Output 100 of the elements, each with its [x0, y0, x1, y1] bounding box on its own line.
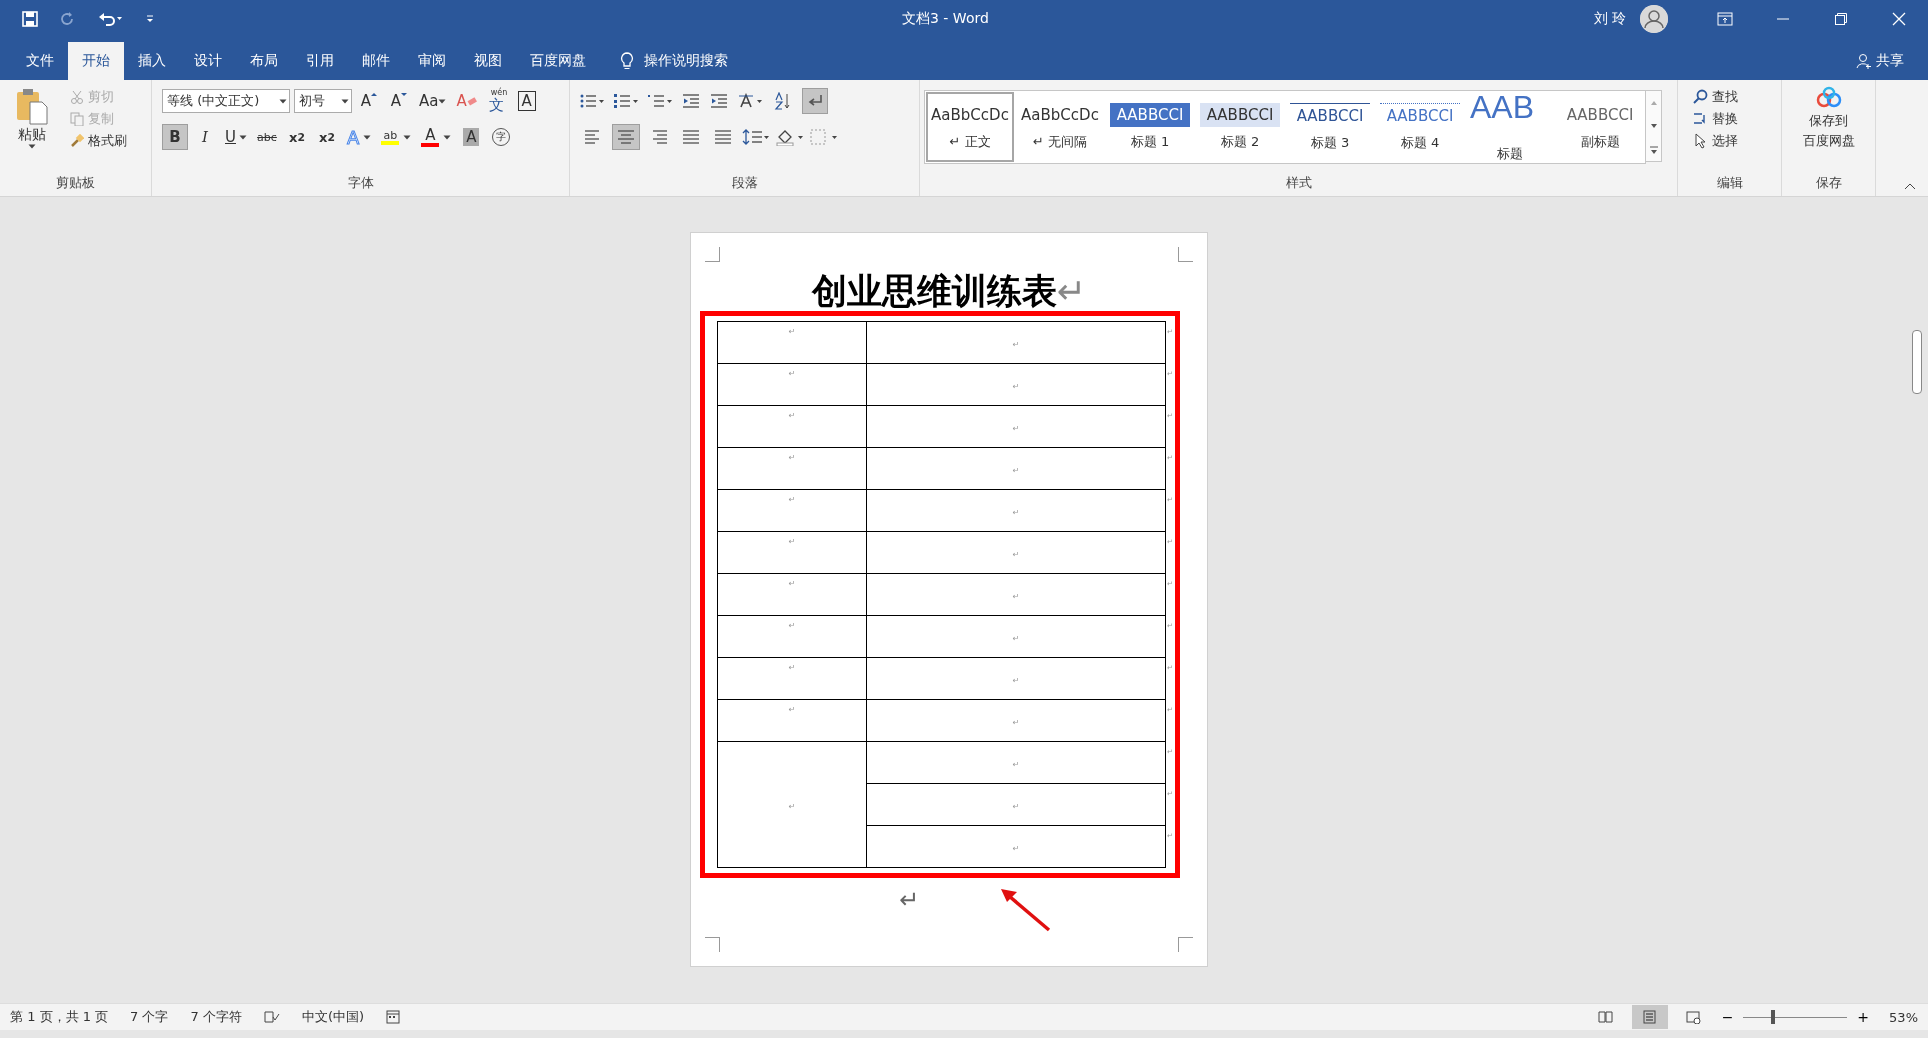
find-button[interactable]: 查找	[1688, 86, 1775, 108]
caret-icon[interactable]	[279, 98, 287, 104]
table-cell: ↵	[866, 447, 1166, 490]
zoom-out-button[interactable]: −	[1719, 1009, 1736, 1025]
share-button[interactable]: 共享	[1876, 52, 1904, 70]
replace-icon[interactable]	[1692, 111, 1708, 127]
highlight-button[interactable]: ab	[378, 124, 415, 150]
change-case-button[interactable]: Aa	[416, 88, 450, 114]
shrink-font-button[interactable]: A	[386, 88, 412, 114]
group-label: 编辑	[1715, 174, 1744, 192]
table-cell: ↵	[717, 405, 867, 448]
redo-icon[interactable]	[60, 11, 76, 27]
ribbon-tab[interactable]: 视图	[460, 42, 516, 80]
brush-icon	[70, 134, 84, 148]
lightbulb-icon[interactable]	[620, 52, 634, 70]
style-item[interactable]: AABBCCI 标题 3	[1285, 91, 1375, 163]
table-cell: ↵	[717, 321, 867, 364]
clear-format-button[interactable]: A	[453, 88, 480, 114]
grow-font-button[interactable]: A	[356, 88, 382, 114]
font-name-field[interactable]: 等线 (中文正文)	[162, 89, 290, 113]
style-item[interactable]: AABBCCI 标题 4	[1375, 91, 1465, 163]
cursor-icon[interactable]	[1692, 133, 1708, 149]
caret-icon[interactable]	[28, 144, 36, 149]
restore-icon	[1835, 13, 1847, 25]
caret-icon[interactable]	[438, 98, 447, 104]
tell-me-search[interactable]: 操作说明搜索	[644, 52, 728, 70]
status-text: 第 1 页，共 1 页	[10, 1008, 109, 1026]
zoom-in-button[interactable]: +	[1855, 1009, 1872, 1025]
zoom-thumb[interactable]	[1771, 1010, 1776, 1024]
ribbon-tab[interactable]: 邮件	[348, 42, 404, 80]
zoom-percent[interactable]: 53%	[1889, 1009, 1918, 1025]
shading-icon[interactable]	[776, 128, 804, 146]
customize-icon[interactable]	[146, 14, 154, 24]
painter-button[interactable]: 格式刷	[66, 130, 131, 152]
style-item[interactable]: AAB 标题	[1465, 91, 1555, 163]
window-icon	[1717, 12, 1733, 26]
character-shading-button[interactable]: A	[458, 124, 485, 150]
numbering-icon[interactable]	[614, 93, 638, 109]
ribbon-tab[interactable]: 审阅	[404, 42, 460, 80]
ribbon-tab[interactable]: 开始	[68, 42, 124, 80]
bold-button[interactable]: B	[162, 124, 188, 150]
font-size-field[interactable]: 初号	[294, 89, 352, 113]
table-cell: ↵	[866, 657, 1166, 700]
caret-icon[interactable]	[403, 134, 412, 140]
enclose-characters-button[interactable]: 字	[488, 124, 515, 150]
ribbon-tab[interactable]: 百度网盘	[516, 42, 600, 80]
collapse-ribbon-icon[interactable]	[1904, 182, 1916, 190]
proofing-icon[interactable]	[263, 1010, 280, 1024]
style-item[interactable]: AaBbCcDc ↵ 正文	[925, 91, 1015, 163]
table-cell: ↵	[717, 573, 867, 616]
save-to-cloud-button[interactable]: 保存到 百度网盘	[1788, 86, 1869, 174]
eraser-icon	[466, 96, 477, 106]
person-icon[interactable]	[1856, 53, 1872, 69]
decrease-indent-icon[interactable]	[682, 93, 700, 109]
ribbon-tab[interactable]: 布局	[236, 42, 292, 80]
caret-icon[interactable]	[341, 98, 349, 104]
avatar-icon[interactable]	[1640, 5, 1668, 33]
table-cell: ↵	[866, 615, 1166, 658]
color-bar	[421, 143, 440, 147]
paste-button[interactable]: 粘贴	[6, 86, 58, 174]
increase-indent-icon[interactable]	[710, 93, 728, 109]
caret-icon[interactable]	[363, 134, 372, 140]
horizontal-scrollbar[interactable]	[0, 1030, 1928, 1038]
gallery-scroll-icon[interactable]	[1646, 90, 1662, 162]
undo-icon[interactable]	[98, 11, 124, 27]
show-marks-button[interactable]	[802, 88, 828, 114]
status-text: 7 个字符	[190, 1008, 242, 1026]
ribbon-tab[interactable]: 插入	[124, 42, 180, 80]
style-item[interactable]: AABBCCI 标题 2	[1195, 91, 1285, 163]
style-item[interactable]: AaBbCcDc ↵ 无间隔	[1015, 91, 1105, 163]
align-center-button[interactable]	[612, 124, 640, 150]
multilevel-list-icon[interactable]	[648, 93, 672, 109]
sort-icon[interactable]	[774, 92, 792, 110]
search-icon[interactable]	[1692, 89, 1708, 105]
caret-icon[interactable]	[239, 134, 247, 140]
ribbon-tab[interactable]: 设计	[180, 42, 236, 80]
table-cell: ↵	[866, 405, 1166, 448]
save-icon[interactable]	[22, 11, 38, 27]
ribbon-tab[interactable]: 引用	[292, 42, 348, 80]
macro-icon[interactable]	[386, 1010, 401, 1024]
bullets-icon[interactable]	[580, 93, 604, 109]
replace-button[interactable]: 替换	[1688, 108, 1775, 130]
table-cell: ↵	[866, 489, 1166, 532]
line-spacing-icon[interactable]	[742, 128, 770, 146]
language-status[interactable]: 中文(中国)	[301, 1008, 365, 1026]
italic-button[interactable]: I	[192, 124, 218, 150]
table-cell: ↵	[866, 783, 1166, 826]
scrollbar-thumb[interactable]	[1912, 330, 1922, 394]
print-view-button[interactable]	[1631, 1005, 1668, 1029]
style-item[interactable]: AABBCCI 标题 1	[1105, 91, 1195, 163]
caret-icon[interactable]	[443, 134, 452, 140]
underline-button[interactable]: U	[222, 124, 250, 150]
text-direction-icon[interactable]	[738, 93, 764, 109]
style-item[interactable]: AABBCCI 副标题	[1555, 91, 1645, 163]
select-button[interactable]: 选择	[1688, 130, 1775, 152]
phonetic-guide-button[interactable]: wén 文	[483, 88, 510, 114]
ribbon-tab[interactable]: 文件	[12, 42, 68, 80]
strikethrough-button[interactable]: abc	[254, 124, 280, 150]
group-label: 保存	[1814, 174, 1843, 192]
font-color-button[interactable]: A	[418, 124, 455, 150]
